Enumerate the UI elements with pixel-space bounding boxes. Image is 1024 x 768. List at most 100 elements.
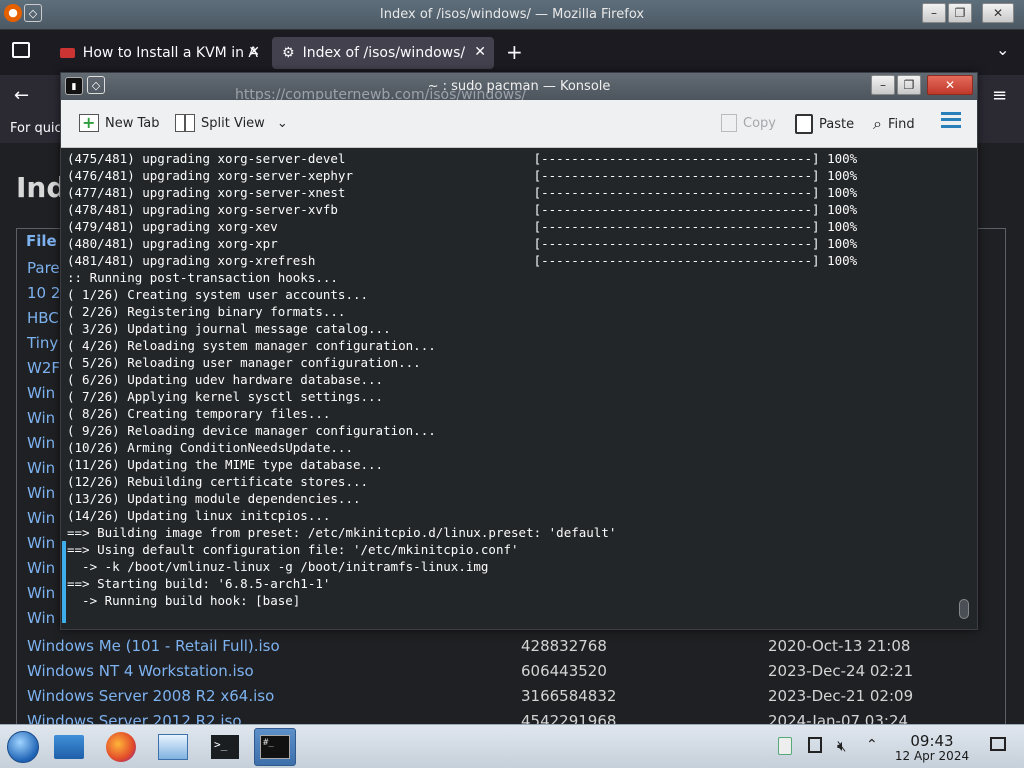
maximize-button[interactable]: ❐ <box>948 3 972 23</box>
chevron-down-icon[interactable]: ⌄ <box>277 116 288 131</box>
konsole-titlebar[interactable]: ▮ ◇ ~ : sudo pacman — Konsole – ❐ ✕ http… <box>61 73 977 103</box>
hamburger-menu-icon[interactable]: ≡ <box>992 85 1007 106</box>
start-menu-button[interactable] <box>2 728 44 766</box>
konsole-window-icon: #_ <box>260 735 290 759</box>
maximize-button[interactable]: ❐ <box>897 75 921 95</box>
chevron-down-icon[interactable]: ⌄ <box>996 40 1009 59</box>
terminal-line: ( 2/26) Registering binary formats... <box>67 304 346 319</box>
file-size: 4542291968 <box>521 712 617 724</box>
file-link[interactable]: Win <box>27 584 55 602</box>
new-tab-button[interactable]: + New Tab <box>79 114 160 132</box>
new-tab-icon: + <box>79 114 99 132</box>
terminal-line: (475/481) upgrading xorg-server-devel [-… <box>67 151 858 166</box>
file-link[interactable]: Windows Server 2012 R2.iso <box>27 712 242 724</box>
tab-label: How to Install a KVM in A <box>82 45 258 61</box>
taskbar-system-settings[interactable] <box>152 728 194 766</box>
favicon-icon <box>60 48 75 58</box>
file-link[interactable]: Tiny <box>27 334 58 352</box>
konsole-toolbar: + New Tab Split View ⌄ Copy Paste ⌕ Find <box>61 100 977 148</box>
split-view-label: Split View <box>201 115 265 131</box>
folder-icon <box>54 735 84 759</box>
file-date: 2024-Jan-07 03:24 <box>768 712 909 724</box>
split-view-button[interactable]: Split View ⌄ <box>175 114 288 132</box>
file-link[interactable]: Windows NT 4 Workstation.iso <box>27 662 254 680</box>
file-size: 3166584832 <box>521 687 617 705</box>
file-size: 428832768 <box>521 637 607 655</box>
clock-date: 12 Apr 2024 <box>894 749 970 763</box>
file-link[interactable]: Win <box>27 409 55 427</box>
taskbar: >_ #_ 🔇︎ ⌃ 09:43 12 Apr 2024 <box>0 724 1024 768</box>
volume-muted-icon[interactable]: 🔇︎ <box>837 737 855 755</box>
close-button[interactable]: ✕ <box>927 75 973 95</box>
tab-kvm-guide[interactable]: How to Install a KVM in A ✕ <box>50 37 268 69</box>
terminal-line: (479/481) upgrading xorg-xev [----------… <box>67 219 858 234</box>
show-desktop-icon[interactable] <box>990 737 1008 755</box>
file-link[interactable]: Windows Me (101 - Retail Full).iso <box>27 637 280 655</box>
terminal-line: :: Running post-transaction hooks... <box>67 270 338 285</box>
table-row: Windows Server 2008 R2 x64.iso 316658483… <box>27 687 1007 711</box>
clipboard-icon[interactable] <box>778 737 796 755</box>
terminal-line: (480/481) upgrading xorg-xpr [----------… <box>67 236 858 251</box>
clock-time: 09:43 <box>910 732 954 750</box>
bookmarks-text[interactable]: For quic <box>10 121 62 136</box>
file-link[interactable]: Win <box>27 384 55 402</box>
file-link[interactable]: Win <box>27 534 55 552</box>
terminal-line: ==> Using default configuration file: '/… <box>67 542 519 557</box>
notes-icon[interactable] <box>808 737 826 755</box>
new-tab-label: New Tab <box>105 115 160 131</box>
terminal-line: (478/481) upgrading xorg-server-xvfb [--… <box>67 202 858 217</box>
terminal-line: ( 1/26) Creating system user accounts... <box>67 287 369 302</box>
file-link[interactable]: HBC <box>27 309 59 327</box>
split-view-icon <box>175 114 195 132</box>
file-size: 606443520 <box>521 662 607 680</box>
file-link[interactable]: Win <box>27 509 55 527</box>
find-label: Find <box>887 116 915 132</box>
terminal-line: ( 6/26) Updating udev hardware database.… <box>67 372 384 387</box>
clock[interactable]: 09:43 12 Apr 2024 <box>890 733 974 763</box>
taskbar-file-manager[interactable] <box>48 728 90 766</box>
file-link[interactable]: Win <box>27 459 55 477</box>
terminal-line: (481/481) upgrading xorg-xrefresh [-----… <box>67 253 858 268</box>
firefox-titlebar: ● ◇ Index of /isos/windows/ — Mozilla Fi… <box>0 0 1024 30</box>
find-button[interactable]: ⌕ Find <box>873 114 915 134</box>
terminal-line: (476/481) upgrading xorg-server-xephyr [… <box>67 168 858 183</box>
konsole-window: ▮ ◇ ~ : sudo pacman — Konsole – ❐ ✕ http… <box>60 72 978 630</box>
new-tab-button[interactable]: + <box>506 40 523 64</box>
close-button[interactable]: ✕ <box>982 3 1014 23</box>
start-orb-icon <box>7 731 39 763</box>
file-link[interactable]: Win <box>27 609 55 627</box>
close-tab-icon[interactable]: ✕ <box>248 44 260 60</box>
taskbar-firefox[interactable] <box>100 728 142 766</box>
column-header-file[interactable]: File <box>26 232 57 250</box>
paste-button[interactable]: Paste <box>795 114 854 134</box>
minimize-button[interactable]: – <box>871 75 895 95</box>
taskbar-konsole-active[interactable]: #_ <box>254 728 296 766</box>
settings-monitor-icon <box>158 734 188 760</box>
close-tab-icon[interactable]: ✕ <box>474 44 486 60</box>
hamburger-menu-button[interactable] <box>941 112 961 128</box>
firefox-window-title: Index of /isos/windows/ — Mozilla Firefo… <box>379 7 645 22</box>
back-arrow-icon[interactable]: ← <box>14 85 29 106</box>
terminal-output[interactable]: (475/481) upgrading xorg-server-devel [-… <box>61 148 977 629</box>
terminal-line: ( 3/26) Updating journal message catalog… <box>67 321 391 336</box>
file-link[interactable]: Win <box>27 484 55 502</box>
terminal-scrollbar-handle[interactable] <box>959 599 969 619</box>
file-link[interactable]: Win <box>27 434 55 452</box>
terminal-line: ==> Starting build: '6.8.5-arch1-1' <box>67 576 331 591</box>
terminal-line: -> Running build hook: [base] <box>67 593 301 608</box>
firefox-icon <box>106 732 136 762</box>
file-link[interactable]: W2F <box>27 359 60 377</box>
file-link[interactable]: Win <box>27 559 55 577</box>
tab-index-windows[interactable]: ⚙ Index of /isos/windows/ ✕ <box>272 37 494 69</box>
file-link[interactable]: Pare <box>27 259 60 277</box>
file-link[interactable]: Windows Server 2008 R2 x64.iso <box>27 687 274 705</box>
chevron-up-icon[interactable]: ⌃ <box>866 737 884 755</box>
favicon-icon: ⚙ <box>282 45 295 61</box>
tab-list-icon[interactable] <box>12 42 30 58</box>
minimize-button[interactable]: – <box>922 3 946 23</box>
taskbar-terminal[interactable]: >_ <box>204 728 246 766</box>
copy-button[interactable]: Copy <box>721 114 776 132</box>
file-link[interactable]: 10 2 <box>27 284 60 302</box>
terminal-line: ==> Building image from preset: /etc/mki… <box>67 525 617 540</box>
copy-label: Copy <box>743 115 776 131</box>
